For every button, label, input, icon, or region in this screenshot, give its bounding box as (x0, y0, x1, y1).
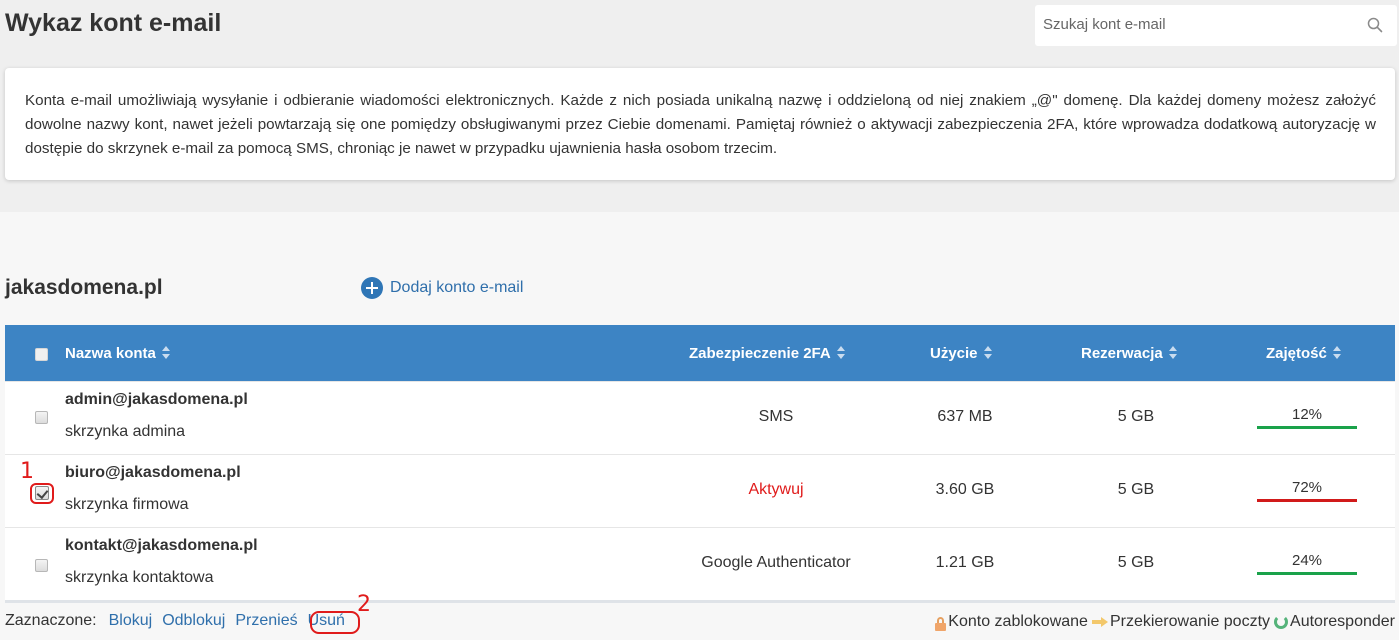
reservation-value: 5 GB (1117, 554, 1155, 571)
search-icon[interactable] (1367, 17, 1383, 33)
column-header-reservation-label: Rezerwacja (1081, 344, 1163, 362)
sort-icon (161, 346, 170, 360)
row-checkbox[interactable] (35, 559, 48, 572)
add-account-button[interactable]: Dodaj konto e-mail (361, 277, 523, 299)
twofa-status: Google Authenticator (701, 554, 851, 571)
annotation-ring-checkbox (30, 483, 54, 504)
top-area: Wykaz kont e-mail Konta e-mail umożliwia… (0, 0, 1399, 212)
table-row[interactable]: biuro@jakasdomena.pl skrzynka firmowa Ak… (5, 454, 1395, 527)
account-description: skrzynka admina (65, 423, 186, 440)
column-header-name[interactable]: Nazwa konta (65, 325, 170, 381)
row-checkbox[interactable] (35, 411, 48, 424)
occupancy-bar: 12% (1257, 406, 1357, 429)
account-description: skrzynka firmowa (65, 496, 189, 513)
legend-locked-label: Konto zablokowane (948, 613, 1088, 630)
annotation-ring-delete (310, 611, 360, 634)
legend-forwarding: Przekierowanie poczty (1091, 613, 1271, 631)
unblock-action[interactable]: Odblokuj (162, 612, 225, 630)
add-account-label: Dodaj konto e-mail (390, 279, 524, 296)
usage-value: 637 MB (937, 408, 993, 425)
column-header-name-label: Nazwa konta (65, 344, 156, 362)
account-name[interactable]: admin@jakasdomena.pl (65, 391, 248, 409)
sort-icon (1332, 346, 1341, 360)
search-input[interactable] (1035, 5, 1355, 44)
table-row[interactable]: kontakt@jakasdomena.pl skrzynka kontakto… (5, 527, 1395, 600)
legend-locked: Konto zablokowane (935, 613, 1088, 631)
page-title: Wykaz kont e-mail (5, 9, 222, 37)
sort-icon (836, 346, 845, 360)
column-header-2fa-label: Zabezpieczenie 2FA (689, 344, 831, 362)
column-header-2fa[interactable]: Zabezpieczenie 2FA (689, 325, 845, 381)
legend-autoresponder: Autoresponder (1274, 613, 1395, 631)
twofa-status: SMS (758, 408, 794, 425)
bulk-actions-bar: Zaznaczone: Blokuj Odblokuj Przenieś Usu… (5, 612, 345, 630)
annotation-number-2: 2 (357, 592, 371, 617)
block-action[interactable]: Blokuj (109, 612, 153, 630)
occupancy-bar: 24% (1257, 552, 1357, 575)
table-row[interactable]: admin@jakasdomena.pl skrzynka admina SMS… (5, 381, 1395, 454)
legend-forwarding-label: Przekierowanie poczty (1109, 613, 1271, 630)
account-name[interactable]: biuro@jakasdomena.pl (65, 464, 241, 482)
reservation-value: 5 GB (1117, 481, 1155, 498)
occupancy-bar: 72% (1257, 479, 1357, 502)
usage-value: 3.60 GB (935, 481, 995, 498)
sort-icon (983, 346, 992, 360)
legend: Konto zablokowane Przekierowanie poczty … (931, 613, 1395, 631)
search-box (1035, 5, 1397, 46)
move-action[interactable]: Przenieś (235, 612, 297, 630)
info-text: Konta e-mail umożliwiają wysyłanie i odb… (25, 92, 1376, 157)
forward-arrow-icon (1091, 617, 1108, 627)
domain-heading: jakasdomena.pl (5, 276, 163, 299)
table-header: Nazwa konta Zabezpieczenie 2FA Użycie Re… (5, 325, 1395, 381)
column-header-occupancy[interactable]: Zajętość (1266, 325, 1341, 381)
account-description: skrzynka kontaktowa (65, 569, 214, 586)
info-panel: Konta e-mail umożliwiają wysyłanie i odb… (5, 68, 1395, 180)
column-header-usage-label: Użycie (930, 344, 978, 362)
account-name[interactable]: kontakt@jakasdomena.pl (65, 537, 258, 555)
usage-value: 1.21 GB (935, 554, 995, 571)
annotation-number-1: 1 (20, 459, 34, 484)
sort-icon (1168, 346, 1177, 360)
column-header-occupancy-label: Zajętość (1266, 344, 1327, 362)
legend-autoresponder-label: Autoresponder (1290, 613, 1395, 630)
select-all-checkbox[interactable] (35, 348, 48, 361)
main-section: jakasdomena.pl Dodaj konto e-mail Nazwa … (0, 212, 1399, 640)
accounts-table: Nazwa konta Zabezpieczenie 2FA Użycie Re… (5, 325, 1395, 603)
column-header-usage[interactable]: Użycie (930, 325, 992, 381)
reservation-value: 5 GB (1117, 408, 1155, 425)
column-header-reservation[interactable]: Rezerwacja (1081, 325, 1177, 381)
lock-icon (935, 617, 947, 631)
autoresponder-icon (1274, 615, 1289, 629)
selected-label: Zaznaczone: (5, 612, 97, 629)
activate-2fa-link[interactable]: Aktywuj (676, 481, 876, 499)
plus-circle-icon (361, 277, 383, 299)
